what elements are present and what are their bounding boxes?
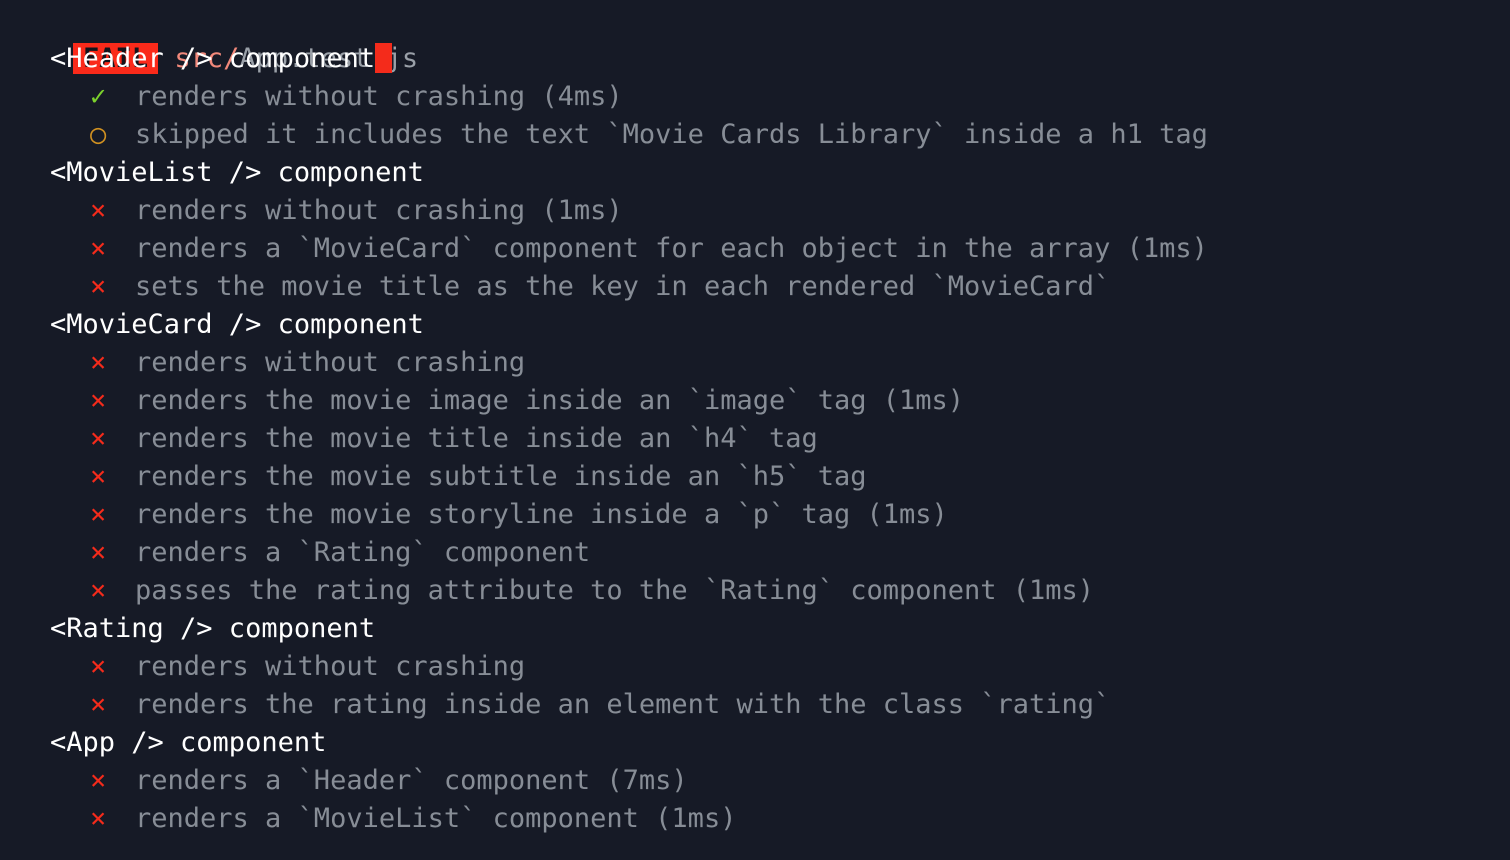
test-suite-name: <App /> component [50,727,327,758]
cross-icon: × [90,461,107,492]
cross-icon: × [90,765,107,796]
test-suite-name: <Rating /> component [50,613,376,644]
test-suite-title: <Header /> component [0,40,1510,78]
cross-icon: × [90,537,107,568]
test-result-label: renders the rating inside an element wit… [135,689,1111,720]
test-suite-title: <MovieCard /> component [0,306,1510,344]
test-result-label: skipped it includes the text `Movie Card… [135,119,1208,150]
test-result-line: × renders without crashing (1ms) [0,192,1510,230]
cross-icon: × [90,233,107,264]
cross-icon: × [90,195,107,226]
cross-icon: × [90,385,107,416]
cross-icon: × [90,689,107,720]
test-result-line: ✓ renders without crashing (4ms) [0,78,1510,116]
cross-icon: × [90,803,107,834]
test-result-label: renders the movie image inside an `image… [135,385,965,416]
circle-icon: ○ [90,119,107,150]
test-result-label: renders a `MovieCard` component for each… [135,233,1208,264]
test-file-status-line: FAIL src/App.test.js [0,0,1510,74]
test-result-label: sets the movie title as the key in each … [135,271,1111,302]
cross-icon: × [90,499,107,530]
test-result-line: × renders the movie storyline inside a `p… [0,496,1510,534]
test-result-label: renders the movie storyline inside a `p`… [135,499,948,530]
test-result-line: ○ skipped it includes the text `Movie Car… [0,116,1510,154]
cross-icon: × [90,575,107,606]
test-suite-name: <Header /> component [50,43,376,74]
test-result-line: × renders a `MovieCard` component for eac… [0,230,1510,268]
terminal-output-pane: FAIL src/App.test.js <Header /> componen… [0,0,1510,860]
test-result-label: renders without crashing (1ms) [135,195,623,226]
test-result-line: × renders a `Rating` component [0,534,1510,572]
cross-icon: × [90,271,107,302]
test-suite-name: <MovieList /> component [50,157,424,188]
test-result-line: × sets the movie title as the key in each… [0,268,1510,306]
cross-icon: × [90,651,107,682]
test-suite-list: <Header /> component ✓ renders without cra… [0,40,1510,838]
test-result-label: renders the movie title inside an `h4` t… [135,423,818,454]
test-result-label: renders a `Header` component (7ms) [135,765,688,796]
test-result-label: renders without crashing (4ms) [135,81,623,112]
test-suite-title: <Rating /> component [0,610,1510,648]
test-suite-name: <MovieCard /> component [50,309,424,340]
test-result-line: × renders without crashing [0,344,1510,382]
test-result-line: × renders without crashing [0,648,1510,686]
test-result-line: × renders the movie subtitle inside an `h… [0,458,1510,496]
test-result-line: × renders a `Header` component (7ms) [0,762,1510,800]
test-result-label: renders a `MovieList` component (1ms) [135,803,737,834]
test-result-line: × renders the rating inside an element wi… [0,686,1510,724]
test-result-line: × renders a `MovieList` component (1ms) [0,800,1510,838]
test-result-line: × renders the movie title inside an `h4` … [0,420,1510,458]
test-suite-title: <MovieList /> component [0,154,1510,192]
cross-icon: × [90,347,107,378]
test-result-label: renders a `Rating` component [135,537,591,568]
test-result-line: × passes the rating attribute to the `Rat… [0,572,1510,610]
test-result-line: × renders the movie image inside an `imag… [0,382,1510,420]
test-suite-title: <App /> component [0,724,1510,762]
check-icon: ✓ [90,81,107,112]
test-result-label: renders without crashing [135,347,526,378]
test-result-label: renders without crashing [135,651,526,682]
test-result-label: passes the rating attribute to the `Rati… [135,575,1095,606]
test-result-label: renders the movie subtitle inside an `h5… [135,461,867,492]
cross-icon: × [90,423,107,454]
text-cursor [375,43,393,73]
